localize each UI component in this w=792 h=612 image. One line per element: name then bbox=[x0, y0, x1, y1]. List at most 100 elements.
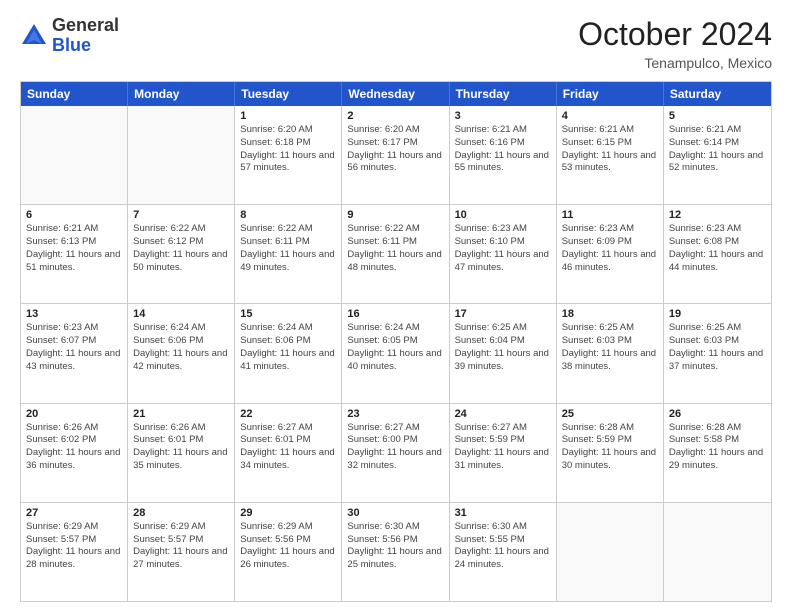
daylight: Daylight: 11 hours and 56 minutes. bbox=[347, 150, 443, 176]
daylight: Daylight: 11 hours and 34 minutes. bbox=[240, 447, 336, 473]
daylight: Daylight: 11 hours and 36 minutes. bbox=[26, 447, 122, 473]
sunrise: Sunrise: 6:26 AM bbox=[133, 422, 229, 435]
sunrise: Sunrise: 6:21 AM bbox=[26, 223, 122, 236]
sunset: Sunset: 6:04 PM bbox=[455, 335, 551, 348]
calendar-cell: 18Sunrise: 6:25 AMSunset: 6:03 PMDayligh… bbox=[557, 304, 664, 402]
daylight: Daylight: 11 hours and 28 minutes. bbox=[26, 546, 122, 572]
daylight: Daylight: 11 hours and 44 minutes. bbox=[669, 249, 766, 275]
calendar-week-1: 1Sunrise: 6:20 AMSunset: 6:18 PMDaylight… bbox=[21, 106, 771, 204]
daylight: Daylight: 11 hours and 25 minutes. bbox=[347, 546, 443, 572]
day-number: 14 bbox=[133, 308, 229, 320]
calendar-cell: 9Sunrise: 6:22 AMSunset: 6:11 PMDaylight… bbox=[342, 205, 449, 303]
calendar-cell: 10Sunrise: 6:23 AMSunset: 6:10 PMDayligh… bbox=[450, 205, 557, 303]
day-number: 12 bbox=[669, 209, 766, 221]
calendar-cell: 25Sunrise: 6:28 AMSunset: 5:59 PMDayligh… bbox=[557, 404, 664, 502]
calendar-cell: 27Sunrise: 6:29 AMSunset: 5:57 PMDayligh… bbox=[21, 503, 128, 601]
day-number: 10 bbox=[455, 209, 551, 221]
daylight: Daylight: 11 hours and 35 minutes. bbox=[133, 447, 229, 473]
sunset: Sunset: 5:58 PM bbox=[669, 434, 766, 447]
day-number: 1 bbox=[240, 110, 336, 122]
sunrise: Sunrise: 6:20 AM bbox=[240, 124, 336, 137]
calendar-week-4: 20Sunrise: 6:26 AMSunset: 6:02 PMDayligh… bbox=[21, 403, 771, 502]
calendar-week-2: 6Sunrise: 6:21 AMSunset: 6:13 PMDaylight… bbox=[21, 204, 771, 303]
calendar-cell: 31Sunrise: 6:30 AMSunset: 5:55 PMDayligh… bbox=[450, 503, 557, 601]
sunrise: Sunrise: 6:22 AM bbox=[347, 223, 443, 236]
day-number: 3 bbox=[455, 110, 551, 122]
calendar-cell: 21Sunrise: 6:26 AMSunset: 6:01 PMDayligh… bbox=[128, 404, 235, 502]
sunrise: Sunrise: 6:28 AM bbox=[669, 422, 766, 435]
day-number: 23 bbox=[347, 408, 443, 420]
calendar-cell: 4 Sunrise: 6:21 AMSunset: 6:15 PMDaylight… bbox=[557, 106, 664, 204]
logo-icon bbox=[20, 22, 48, 50]
sunset: Sunset: 5:59 PM bbox=[562, 434, 658, 447]
daylight: Daylight: 11 hours and 46 minutes. bbox=[562, 249, 658, 275]
sunrise: Sunrise: 6:20 AM bbox=[347, 124, 443, 137]
calendar-cell: 19Sunrise: 6:25 AMSunset: 6:03 PMDayligh… bbox=[664, 304, 771, 402]
sunrise: Sunrise: 6:23 AM bbox=[669, 223, 766, 236]
sunset: Sunset: 6:02 PM bbox=[26, 434, 122, 447]
header-day-monday: Monday bbox=[128, 82, 235, 106]
day-number: 18 bbox=[562, 308, 658, 320]
daylight: Daylight: 11 hours and 26 minutes. bbox=[240, 546, 336, 572]
daylight: Daylight: 11 hours and 47 minutes. bbox=[455, 249, 551, 275]
header-day-friday: Friday bbox=[557, 82, 664, 106]
daylight: Daylight: 11 hours and 53 minutes. bbox=[562, 150, 658, 176]
header-day-thursday: Thursday bbox=[450, 82, 557, 106]
daylight: Daylight: 11 hours and 38 minutes. bbox=[562, 348, 658, 374]
day-number: 30 bbox=[347, 507, 443, 519]
calendar-cell: 6Sunrise: 6:21 AMSunset: 6:13 PMDaylight… bbox=[21, 205, 128, 303]
calendar-cell: 11Sunrise: 6:23 AMSunset: 6:09 PMDayligh… bbox=[557, 205, 664, 303]
sunset: Sunset: 6:16 PM bbox=[455, 137, 551, 150]
day-number: 2 bbox=[347, 110, 443, 122]
sunset: Sunset: 5:56 PM bbox=[240, 534, 336, 547]
sunset: Sunset: 6:11 PM bbox=[240, 236, 336, 249]
daylight: Daylight: 11 hours and 37 minutes. bbox=[669, 348, 766, 374]
calendar-cell: 7Sunrise: 6:22 AMSunset: 6:12 PMDaylight… bbox=[128, 205, 235, 303]
month-title: October 2024 bbox=[578, 16, 772, 53]
calendar-cell bbox=[128, 106, 235, 204]
daylight: Daylight: 11 hours and 30 minutes. bbox=[562, 447, 658, 473]
title-block: October 2024 Tenampulco, Mexico bbox=[578, 16, 772, 71]
day-number: 4 bbox=[562, 110, 658, 122]
logo-general: General bbox=[52, 16, 119, 36]
sunrise: Sunrise: 6:26 AM bbox=[26, 422, 122, 435]
calendar-cell: 16Sunrise: 6:24 AMSunset: 6:05 PMDayligh… bbox=[342, 304, 449, 402]
sunrise: Sunrise: 6:27 AM bbox=[347, 422, 443, 435]
daylight: Daylight: 11 hours and 51 minutes. bbox=[26, 249, 122, 275]
day-number: 13 bbox=[26, 308, 122, 320]
sunset: Sunset: 5:57 PM bbox=[26, 534, 122, 547]
calendar-header: SundayMondayTuesdayWednesdayThursdayFrid… bbox=[21, 82, 771, 106]
day-number: 7 bbox=[133, 209, 229, 221]
sunrise: Sunrise: 6:23 AM bbox=[26, 322, 122, 335]
sunrise: Sunrise: 6:25 AM bbox=[669, 322, 766, 335]
sunset: Sunset: 6:00 PM bbox=[347, 434, 443, 447]
sunset: Sunset: 6:06 PM bbox=[240, 335, 336, 348]
daylight: Daylight: 11 hours and 41 minutes. bbox=[240, 348, 336, 374]
calendar: SundayMondayTuesdayWednesdayThursdayFrid… bbox=[20, 81, 772, 602]
daylight: Daylight: 11 hours and 31 minutes. bbox=[455, 447, 551, 473]
daylight: Daylight: 11 hours and 49 minutes. bbox=[240, 249, 336, 275]
day-number: 9 bbox=[347, 209, 443, 221]
sunrise: Sunrise: 6:29 AM bbox=[26, 521, 122, 534]
page: General Blue October 2024 Tenampulco, Me… bbox=[0, 0, 792, 612]
sunrise: Sunrise: 6:21 AM bbox=[562, 124, 658, 137]
sunset: Sunset: 6:15 PM bbox=[562, 137, 658, 150]
calendar-week-3: 13 Sunrise: 6:23 AMSunset: 6:07 PM Dayligh… bbox=[21, 303, 771, 402]
sunrise: Sunrise: 6:30 AM bbox=[455, 521, 551, 534]
daylight: Daylight: 11 hours and 27 minutes. bbox=[133, 546, 229, 572]
sunrise: Sunrise: 6:28 AM bbox=[562, 422, 658, 435]
sunrise: Sunrise: 6:22 AM bbox=[133, 223, 229, 236]
day-number: 16 bbox=[347, 308, 443, 320]
calendar-cell: 14Sunrise: 6:24 AMSunset: 6:06 PMDayligh… bbox=[128, 304, 235, 402]
sunset: Sunset: 6:07 PM bbox=[26, 335, 122, 348]
calendar-cell: 17Sunrise: 6:25 AMSunset: 6:04 PMDayligh… bbox=[450, 304, 557, 402]
daylight: Daylight: 11 hours and 42 minutes. bbox=[133, 348, 229, 374]
sunset: Sunset: 6:03 PM bbox=[562, 335, 658, 348]
sunset: Sunset: 6:17 PM bbox=[347, 137, 443, 150]
sunset: Sunset: 6:06 PM bbox=[133, 335, 229, 348]
header-day-tuesday: Tuesday bbox=[235, 82, 342, 106]
calendar-cell: 5Sunrise: 6:21 AMSunset: 6:14 PMDaylight… bbox=[664, 106, 771, 204]
daylight: Daylight: 11 hours and 48 minutes. bbox=[347, 249, 443, 275]
sunset: Sunset: 6:12 PM bbox=[133, 236, 229, 249]
calendar-cell bbox=[557, 503, 664, 601]
